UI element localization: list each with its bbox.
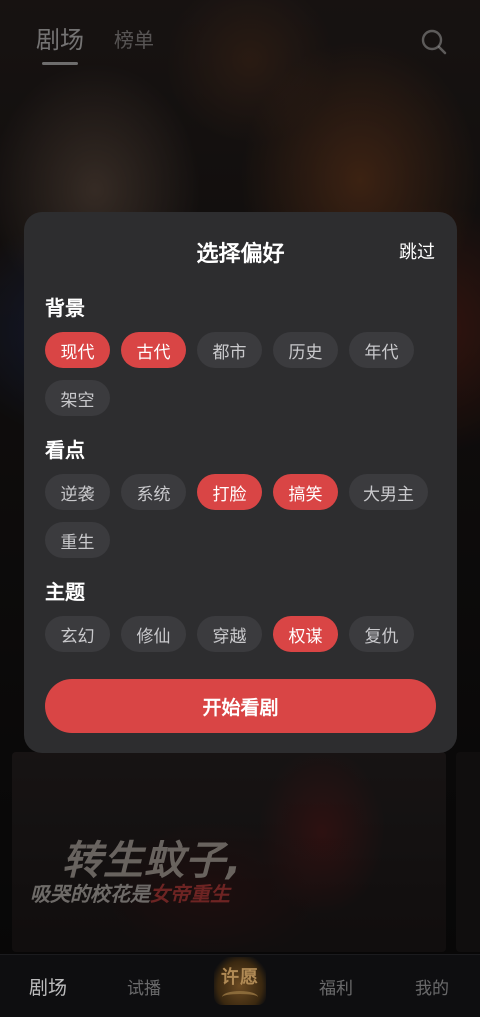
chip-group: 现代 古代 都市 历史 年代 架空 (45, 332, 445, 416)
chip-comeback[interactable]: 逆袭 (45, 474, 110, 510)
chip-intrigue[interactable]: 权谋 (273, 616, 338, 652)
chip-urban[interactable]: 都市 (197, 332, 262, 368)
chip-face-slap[interactable]: 打脸 (197, 474, 262, 510)
nav-wish[interactable]: 许愿 (200, 955, 280, 1017)
bottom-nav: 剧场 试播 许愿 福利 我的 (0, 954, 480, 1017)
section-highlights: 看点 逆袭 系统 打脸 搞笑 大男主 重生 (45, 434, 445, 558)
chip-cultivation[interactable]: 修仙 (121, 616, 186, 652)
nav-preview[interactable]: 试播 (104, 974, 184, 999)
chip-comedy[interactable]: 搞笑 (273, 474, 338, 510)
section-title: 看点 (45, 438, 85, 462)
chip-history[interactable]: 历史 (273, 332, 338, 368)
chip-fictional[interactable]: 架空 (45, 380, 110, 416)
book-icon (222, 990, 258, 1003)
chip-revenge[interactable]: 复仇 (349, 616, 414, 652)
preference-modal: 选择偏好 跳过 背景 现代 古代 都市 历史 年代 架空 看点 逆袭 系统 打脸… (24, 212, 457, 753)
nav-wish-label: 许愿 (221, 966, 259, 988)
section-background: 背景 现代 古代 都市 历史 年代 架空 (45, 292, 445, 416)
skip-button[interactable]: 跳过 (399, 238, 435, 264)
chip-time-travel[interactable]: 穿越 (197, 616, 262, 652)
chip-fantasy[interactable]: 玄幻 (45, 616, 110, 652)
chip-modern[interactable]: 现代 (45, 332, 110, 368)
nav-profile[interactable]: 我的 (392, 974, 472, 999)
chip-rebirth[interactable]: 重生 (45, 522, 110, 558)
chip-ancient[interactable]: 古代 (121, 332, 186, 368)
chip-group: 玄幻 修仙 穿越 权谋 复仇 (45, 616, 445, 652)
nav-rewards[interactable]: 福利 (296, 974, 376, 999)
start-watching-button[interactable]: 开始看剧 (45, 679, 436, 733)
nav-theater[interactable]: 剧场 (8, 973, 88, 1000)
section-themes: 主题 玄幻 修仙 穿越 权谋 复仇 (45, 576, 445, 652)
section-title: 主题 (45, 580, 85, 604)
chip-era[interactable]: 年代 (349, 332, 414, 368)
modal-title: 选择偏好 (196, 242, 285, 267)
chip-group: 逆袭 系统 打脸 搞笑 大男主 重生 (45, 474, 445, 558)
section-title: 背景 (45, 296, 85, 320)
chip-system[interactable]: 系统 (121, 474, 186, 510)
chip-alpha-male[interactable]: 大男主 (349, 474, 428, 510)
